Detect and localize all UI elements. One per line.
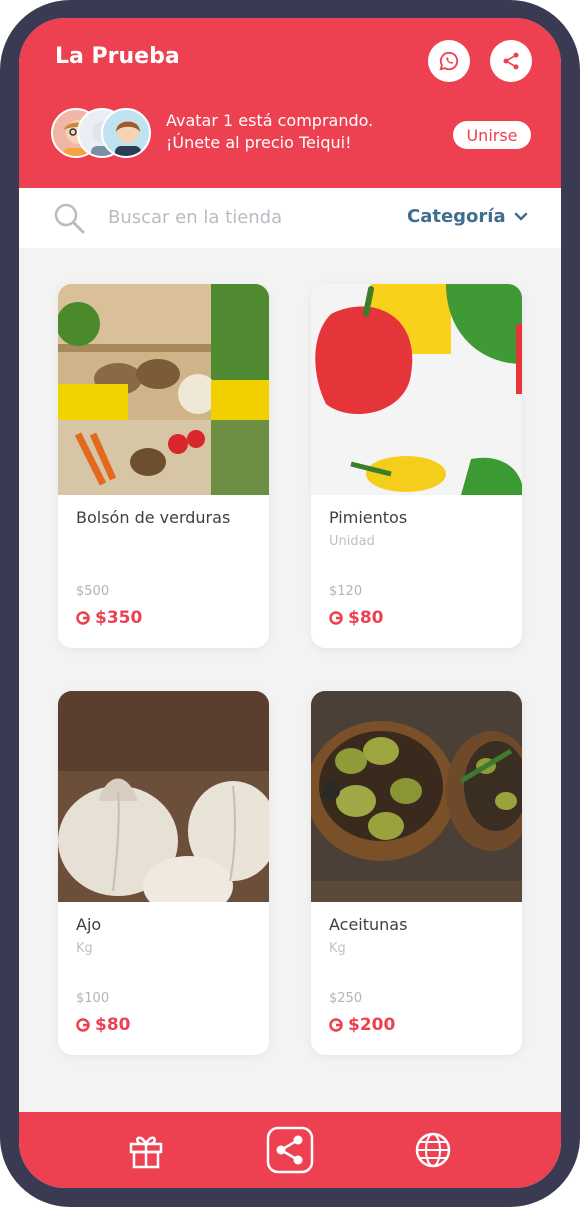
- whatsapp-icon: [439, 51, 459, 71]
- product-price: $200: [329, 1015, 395, 1035]
- chevron-down-icon: [514, 212, 527, 221]
- share-icon: [503, 52, 519, 70]
- store-title: La Prueba: [55, 44, 180, 69]
- product-price-value: $80: [95, 1015, 131, 1035]
- gift-button[interactable]: [122, 1126, 170, 1174]
- teiqui-coin-icon: [76, 611, 90, 625]
- product-old-price: $120: [329, 584, 363, 599]
- category-label: Categoría: [407, 206, 506, 227]
- product-name: Aceitunas: [329, 915, 408, 934]
- product-price: $80: [329, 608, 384, 628]
- product-price-value: $80: [348, 608, 384, 628]
- header: La Prueba Avatar 1 está comprando. ¡Únet…: [19, 18, 561, 188]
- product-price-value: $200: [348, 1015, 396, 1035]
- product-old-price: $100: [76, 991, 110, 1006]
- product-name: Bolsón de verduras: [76, 508, 231, 527]
- product-card[interactable]: Bolsón de verduras $500 $350: [58, 284, 269, 648]
- share-button[interactable]: [490, 40, 532, 82]
- app-screen: La Prueba Avatar 1 está comprando. ¡Únet…: [19, 18, 561, 1188]
- teiqui-coin-icon: [329, 1018, 343, 1032]
- bottom-nav: [19, 1112, 561, 1188]
- join-button[interactable]: Unirse: [453, 121, 531, 149]
- product-old-price: $500: [76, 584, 110, 599]
- product-unit: Kg: [76, 941, 93, 956]
- product-image: [58, 691, 269, 902]
- gift-icon: [129, 1136, 163, 1169]
- search-input[interactable]: Buscar en la tienda: [108, 207, 282, 228]
- product-old-price: $250: [329, 991, 363, 1006]
- product-card[interactable]: Aceitunas Kg $250 $200: [311, 691, 522, 1055]
- avatar: [101, 108, 151, 158]
- buying-banner: Avatar 1 está comprando. ¡Únete al preci…: [166, 110, 373, 154]
- category-dropdown[interactable]: Categoría: [407, 206, 528, 227]
- share-app-button[interactable]: [266, 1126, 314, 1174]
- product-card[interactable]: Ajo Kg $100 $80: [58, 691, 269, 1055]
- product-name: Ajo: [76, 915, 102, 934]
- search-icon[interactable]: [53, 202, 85, 238]
- buyer-avatars: [51, 108, 151, 158]
- share-icon: [266, 1126, 314, 1174]
- teiqui-coin-icon: [76, 1018, 90, 1032]
- product-image: [311, 691, 522, 902]
- product-price: $350: [76, 608, 142, 628]
- product-image: [311, 284, 522, 495]
- banner-line-2: ¡Únete al precio Teiqui!: [166, 133, 352, 152]
- product-name: Pimientos: [329, 508, 408, 527]
- whatsapp-button[interactable]: [428, 40, 470, 82]
- product-price-value: $350: [95, 608, 143, 628]
- teiqui-coin-icon: [329, 611, 343, 625]
- product-image: [58, 284, 269, 495]
- product-unit: Unidad: [329, 534, 375, 549]
- language-button[interactable]: [409, 1126, 457, 1174]
- product-price: $80: [76, 1015, 131, 1035]
- banner-line-1: Avatar 1 está comprando.: [166, 111, 374, 130]
- product-unit: Kg: [329, 941, 346, 956]
- globe-icon: [415, 1132, 451, 1168]
- search-bar: Buscar en la tienda Categoría: [19, 188, 561, 248]
- phone-frame: La Prueba Avatar 1 está comprando. ¡Únet…: [0, 0, 580, 1207]
- product-card[interactable]: Pimientos Unidad $120 $80: [311, 284, 522, 648]
